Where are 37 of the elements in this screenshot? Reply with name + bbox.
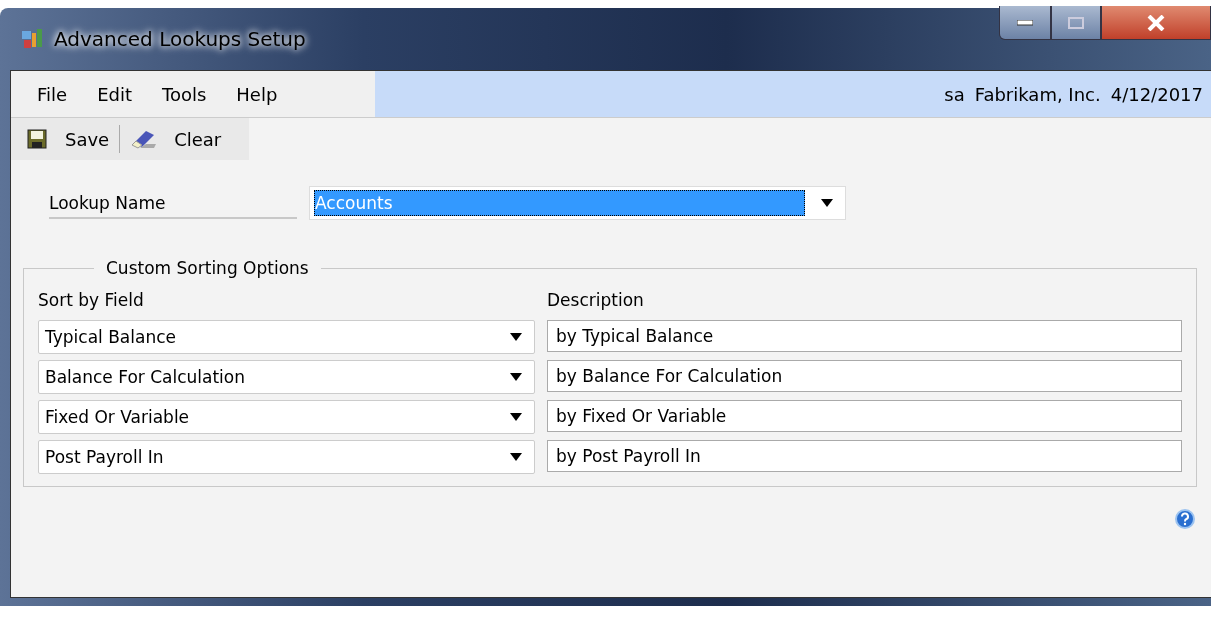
- caret-icon: [510, 333, 522, 341]
- session-date: 4/12/2017: [1110, 83, 1203, 105]
- sort-field-dropdown[interactable]: Post Payroll In: [38, 440, 535, 474]
- description-field[interactable]: by Typical Balance: [547, 320, 1182, 352]
- menu-item[interactable]: File: [25, 79, 80, 109]
- caret-icon: [821, 199, 833, 207]
- caret-icon: [510, 453, 522, 461]
- save-button[interactable]: Save: [17, 124, 120, 154]
- sort-field-dropdown[interactable]: Balance For Calculation: [38, 360, 535, 394]
- app-icon: [22, 29, 44, 49]
- company-name: Fabrikam, Inc.: [974, 83, 1101, 105]
- close-button[interactable]: [1101, 6, 1211, 40]
- help-icon[interactable]: [1175, 509, 1195, 529]
- menu-item[interactable]: Help: [224, 79, 290, 109]
- maximize-icon: [1068, 16, 1084, 29]
- description-field[interactable]: by Post Payroll In: [547, 440, 1182, 472]
- menu-item[interactable]: Tools: [150, 79, 219, 109]
- sort-field-dropdown[interactable]: Typical Balance: [38, 320, 535, 354]
- column-header: Description: [547, 290, 645, 310]
- minimize-button[interactable]: [999, 6, 1051, 40]
- menu-item[interactable]: Edit: [85, 79, 144, 109]
- maximize-button[interactable]: [1051, 6, 1101, 40]
- close-icon: [1147, 14, 1165, 31]
- description-field[interactable]: by Fixed Or Variable: [547, 400, 1182, 432]
- user-name: sa: [944, 83, 965, 105]
- sort-field-dropdown[interactable]: Fixed Or Variable: [38, 400, 535, 434]
- selected-value: Accounts: [314, 190, 805, 216]
- clear-button[interactable]: Clear: [120, 124, 232, 154]
- caret-icon: [510, 413, 522, 421]
- window-title: Advanced Lookups Setup: [54, 27, 306, 51]
- description-field[interactable]: by Balance For Calculation: [547, 360, 1182, 392]
- eraser-icon: [130, 129, 157, 149]
- caret-icon: [510, 373, 522, 381]
- group-title: Custom Sorting Options: [105, 258, 310, 278]
- lookup-name-label: Lookup Name: [49, 187, 297, 219]
- minimize-icon: [1017, 19, 1033, 26]
- column-header: Sort by Field: [38, 290, 145, 310]
